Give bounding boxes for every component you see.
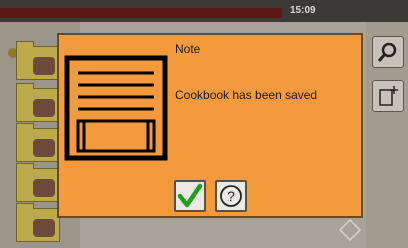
svg-text:?: ? xyxy=(227,188,235,204)
top-bar: 15:09 xyxy=(0,0,408,22)
folder-icon[interactable] xyxy=(16,203,60,242)
ok-button[interactable] xyxy=(174,180,206,212)
clock-time: 15:09 xyxy=(290,5,316,16)
folder-icon[interactable] xyxy=(16,163,60,202)
search-icon xyxy=(377,42,397,62)
new-document-button[interactable] xyxy=(372,80,404,112)
search-button[interactable] xyxy=(372,36,404,68)
folder-icon[interactable] xyxy=(16,83,60,122)
help-button[interactable]: ? xyxy=(215,180,247,212)
document-save-icon xyxy=(64,55,168,161)
note-dialog: Note Cookbook has been saved ? xyxy=(57,33,363,218)
dialog-message: Cookbook has been saved xyxy=(175,88,318,102)
question-mark-icon: ? xyxy=(220,185,242,207)
folder-icon[interactable] xyxy=(16,41,60,80)
new-document-icon xyxy=(379,86,398,106)
folder-icon[interactable] xyxy=(16,123,60,162)
dialog-title: Note xyxy=(175,42,201,56)
diamond-icon xyxy=(338,218,362,242)
progress-bar xyxy=(0,8,282,18)
checkmark-icon xyxy=(177,183,203,208)
right-toolbar xyxy=(366,22,408,248)
